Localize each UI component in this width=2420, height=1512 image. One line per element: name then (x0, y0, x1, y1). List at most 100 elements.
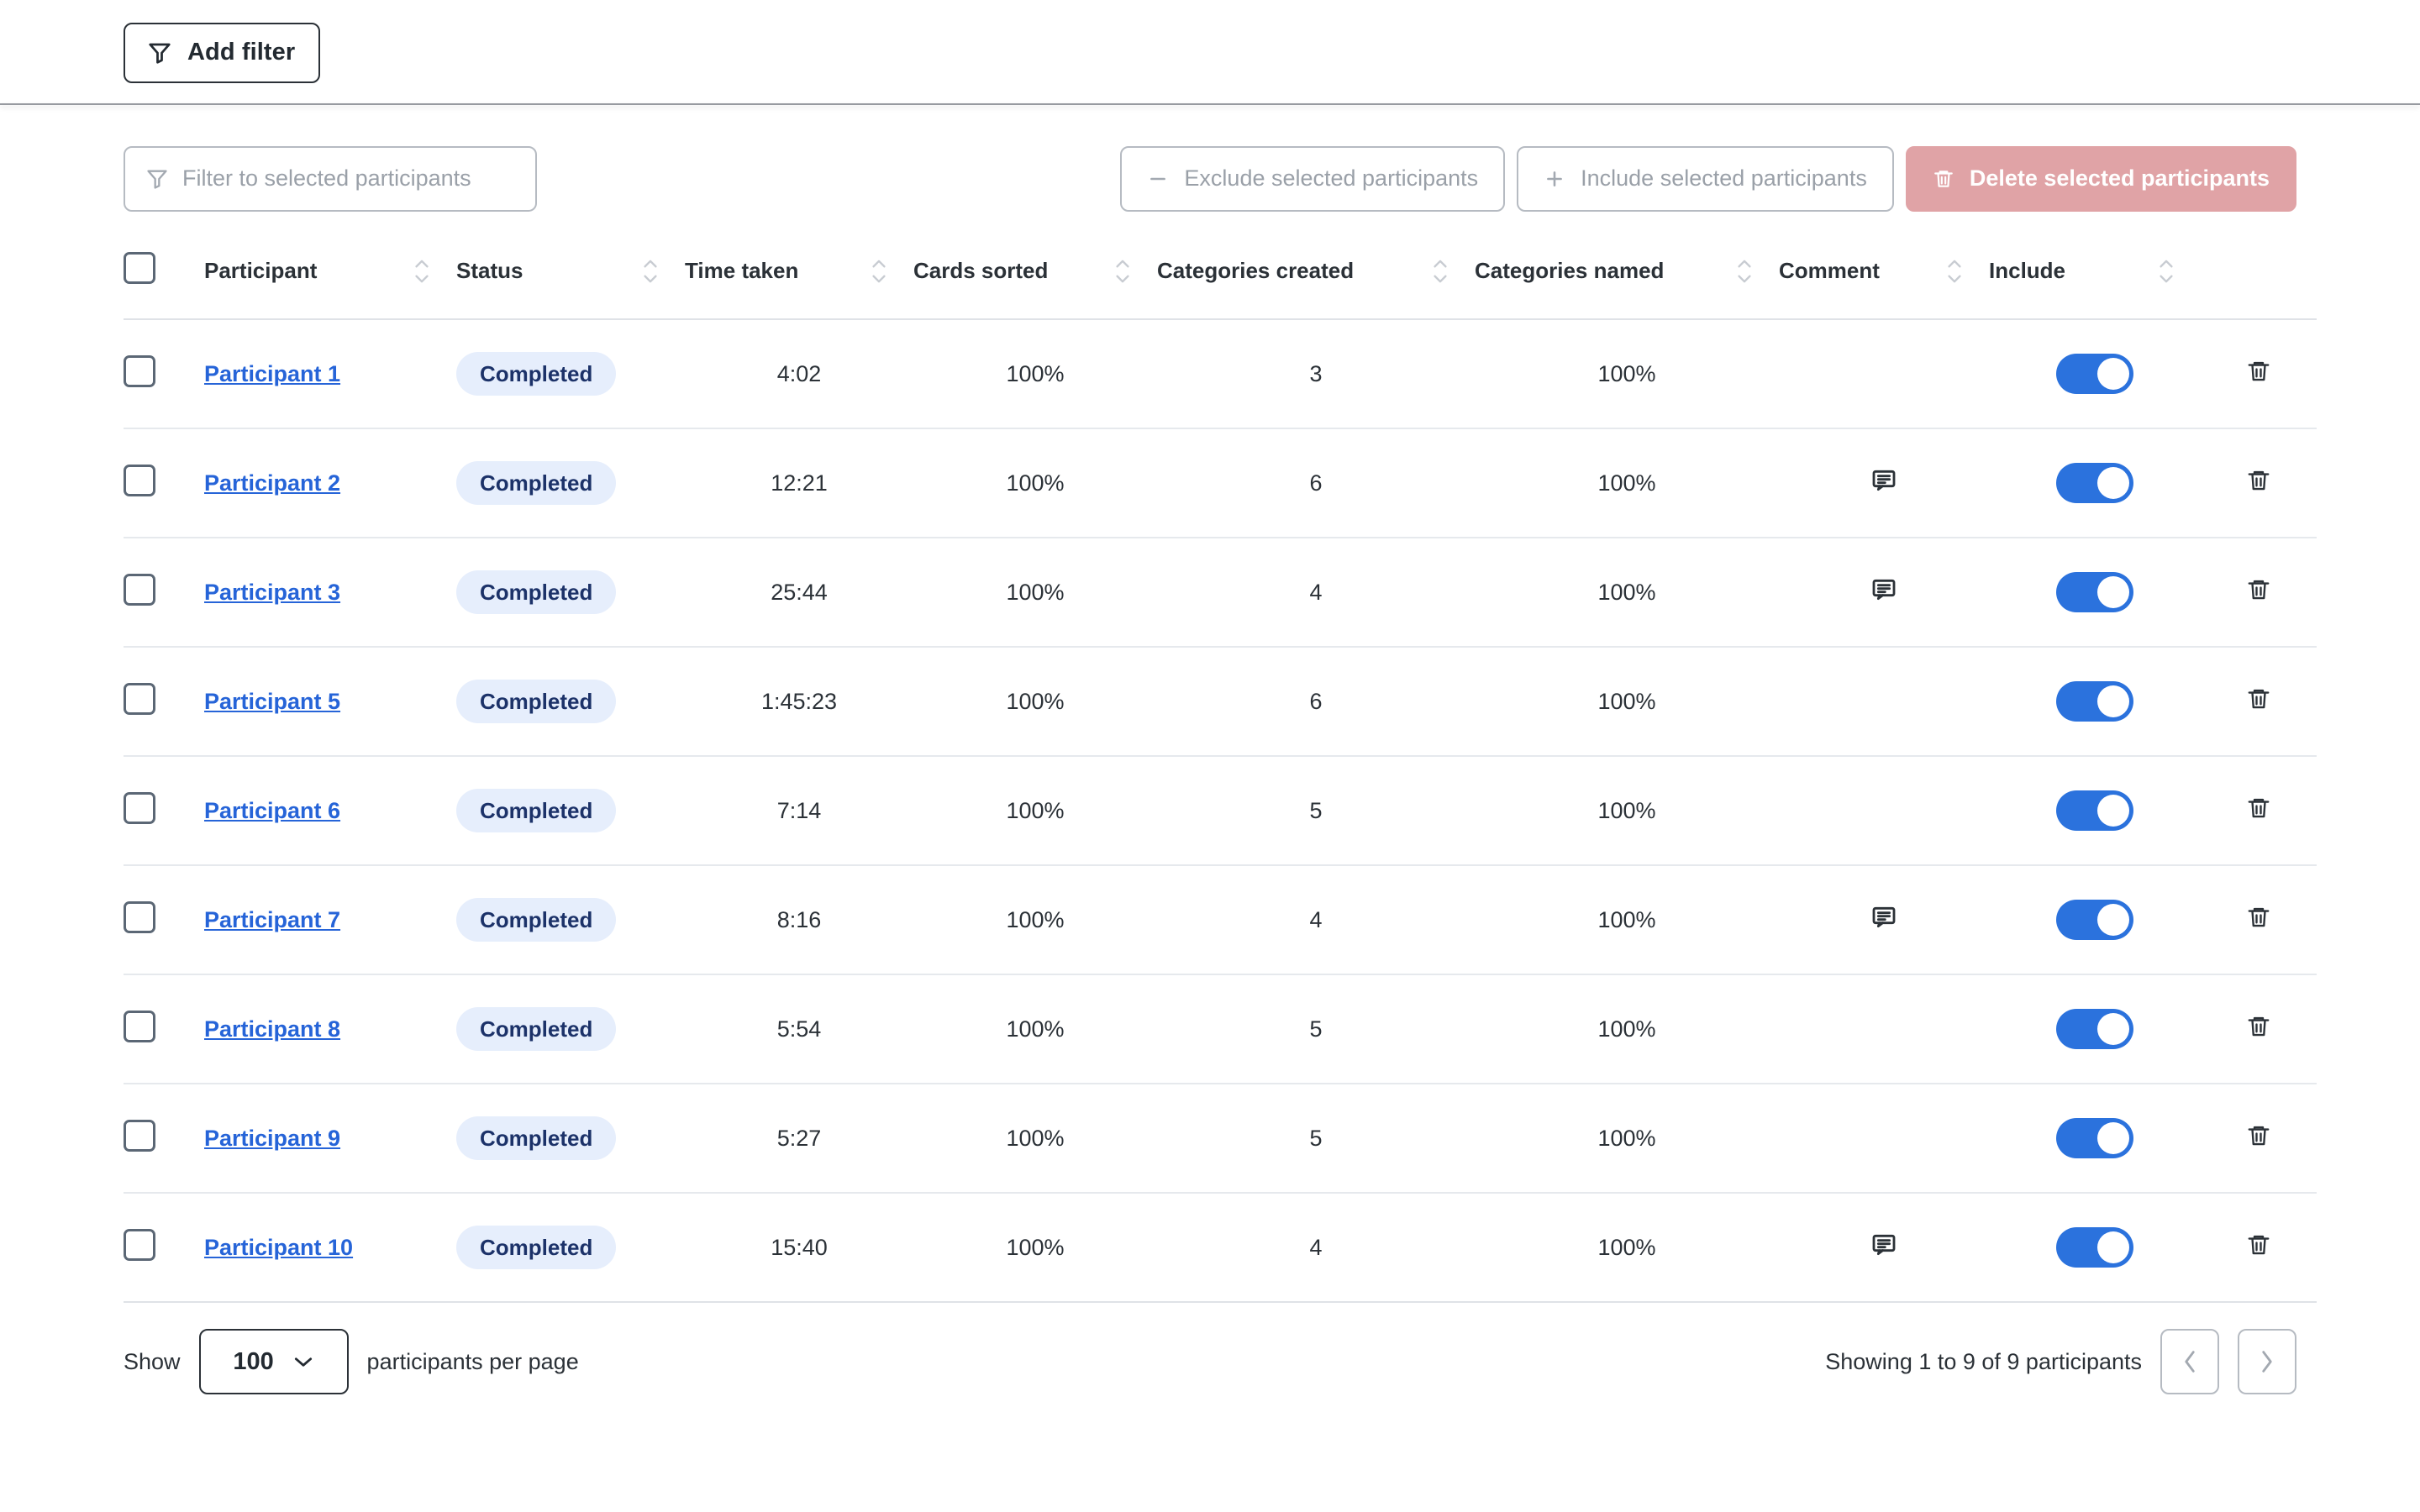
cell-participant: Participant 7 (204, 865, 456, 975)
include-toggle[interactable] (2056, 900, 2133, 940)
delete-row-button[interactable] (2246, 1014, 2271, 1039)
cell-participant: Participant 5 (204, 647, 456, 757)
cell-status: Completed (456, 647, 685, 757)
include-selected-button[interactable]: Include selected participants (1517, 145, 1894, 212)
include-toggle[interactable] (2056, 1227, 2133, 1268)
row-checkbox[interactable] (124, 1010, 155, 1042)
comment-icon[interactable] (1870, 904, 1897, 931)
comment-icon[interactable] (1870, 1231, 1897, 1258)
sort-icon[interactable] (641, 259, 660, 284)
participant-link[interactable]: Participant 3 (204, 580, 340, 605)
participant-link[interactable]: Participant 7 (204, 907, 340, 932)
table-header-row: Participant Status Time taken Cards sort… (124, 252, 2317, 320)
cell-categories-named: 100% (1475, 756, 1779, 866)
add-filter-button[interactable]: Add filter (124, 22, 321, 83)
participant-link[interactable]: Participant 2 (204, 470, 340, 496)
delete-row-button[interactable] (2246, 577, 2271, 602)
row-checkbox[interactable] (124, 1228, 155, 1261)
filter-input-placeholder: Filter to selected participants (182, 165, 471, 191)
cell-status: Completed (456, 538, 685, 648)
table-row: Participant 8 Completed 5:54 100% 5 100% (124, 974, 2317, 1084)
next-page-button[interactable] (2238, 1329, 2296, 1394)
plus-icon (1544, 168, 1565, 190)
participant-link[interactable]: Participant 5 (204, 689, 340, 714)
cell-delete (2201, 538, 2317, 648)
include-toggle[interactable] (2056, 572, 2133, 612)
delete-row-button[interactable] (2246, 795, 2271, 821)
select-all-checkbox[interactable] (124, 252, 155, 284)
cell-status: Completed (456, 319, 685, 429)
participant-link[interactable]: Participant 8 (204, 1016, 340, 1042)
showing-count-label: Showing 1 to 9 of 9 participants (1825, 1348, 2142, 1374)
row-checkbox[interactable] (124, 354, 155, 387)
previous-page-button[interactable] (2160, 1329, 2219, 1394)
row-select-cell (124, 538, 204, 648)
include-toggle[interactable] (2056, 681, 2133, 722)
cell-time-taken: 8:16 (685, 865, 913, 975)
participant-link[interactable]: Participant 1 (204, 361, 340, 386)
comment-icon[interactable] (1870, 576, 1897, 603)
include-toggle[interactable] (2056, 1118, 2133, 1158)
delete-row-button[interactable] (2246, 1123, 2271, 1148)
filter-to-selected-input[interactable]: Filter to selected participants (124, 145, 537, 212)
status-badge: Completed (456, 570, 617, 614)
row-select-cell (124, 428, 204, 538)
delete-row-button[interactable] (2246, 905, 2271, 930)
sort-icon[interactable] (1113, 259, 1132, 284)
row-checkbox[interactable] (124, 464, 155, 496)
cell-include (1989, 428, 2201, 538)
status-badge: Completed (456, 680, 617, 723)
row-select-cell (124, 756, 204, 866)
cell-time-taken: 1:45:23 (685, 647, 913, 757)
include-toggle[interactable] (2056, 354, 2133, 394)
delete-row-button[interactable] (2246, 686, 2271, 711)
row-checkbox[interactable] (124, 1119, 155, 1152)
participant-link[interactable]: Participant 10 (204, 1235, 353, 1260)
status-badge: Completed (456, 1226, 617, 1269)
row-checkbox[interactable] (124, 900, 155, 933)
cell-delete (2201, 319, 2317, 429)
sort-icon[interactable] (1431, 259, 1449, 284)
cell-delete (2201, 865, 2317, 975)
cell-participant: Participant 6 (204, 756, 456, 866)
delete-selected-button[interactable]: Delete selected participants (1905, 145, 2296, 212)
participant-link[interactable]: Participant 6 (204, 798, 340, 823)
sort-icon[interactable] (1945, 259, 1964, 284)
sort-icon[interactable] (2157, 259, 2175, 284)
include-toggle[interactable] (2056, 463, 2133, 503)
cell-categories-created: 4 (1157, 865, 1475, 975)
row-checkbox[interactable] (124, 791, 155, 824)
table-head: Participant Status Time taken Cards sort… (124, 252, 2317, 320)
chevron-right-icon (2258, 1347, 2276, 1376)
table-row: Participant 10 Completed 15:40 100% 4 100% (124, 1193, 2317, 1303)
show-label: Show (124, 1348, 181, 1374)
column-header-actions (2201, 252, 2317, 320)
cell-include (1989, 647, 2201, 757)
cell-include (1989, 756, 2201, 866)
row-select-cell (124, 974, 204, 1084)
cell-categories-named: 100% (1475, 1084, 1779, 1194)
cell-cards-sorted: 100% (913, 319, 1157, 429)
cell-categories-created: 6 (1157, 647, 1475, 757)
participant-link[interactable]: Participant 9 (204, 1126, 340, 1151)
cell-categories-named: 100% (1475, 319, 1779, 429)
sort-icon[interactable] (870, 259, 888, 284)
cell-delete (2201, 1084, 2317, 1194)
status-badge: Completed (456, 1116, 617, 1160)
sort-icon[interactable] (413, 259, 431, 284)
comment-icon[interactable] (1870, 467, 1897, 494)
cell-comment (1779, 538, 1989, 648)
row-checkbox[interactable] (124, 682, 155, 715)
page-size-select[interactable]: 100 (198, 1329, 349, 1394)
cell-time-taken: 5:54 (685, 974, 913, 1084)
include-toggle[interactable] (2056, 1009, 2133, 1049)
delete-row-button[interactable] (2246, 359, 2271, 384)
exclude-selected-label: Exclude selected participants (1184, 165, 1479, 191)
delete-row-button[interactable] (2246, 468, 2271, 493)
exclude-selected-button[interactable]: Exclude selected participants (1120, 145, 1506, 212)
row-select-cell (124, 1193, 204, 1303)
delete-row-button[interactable] (2246, 1232, 2271, 1257)
sort-icon[interactable] (1735, 259, 1754, 284)
row-checkbox[interactable] (124, 573, 155, 606)
include-toggle[interactable] (2056, 790, 2133, 831)
